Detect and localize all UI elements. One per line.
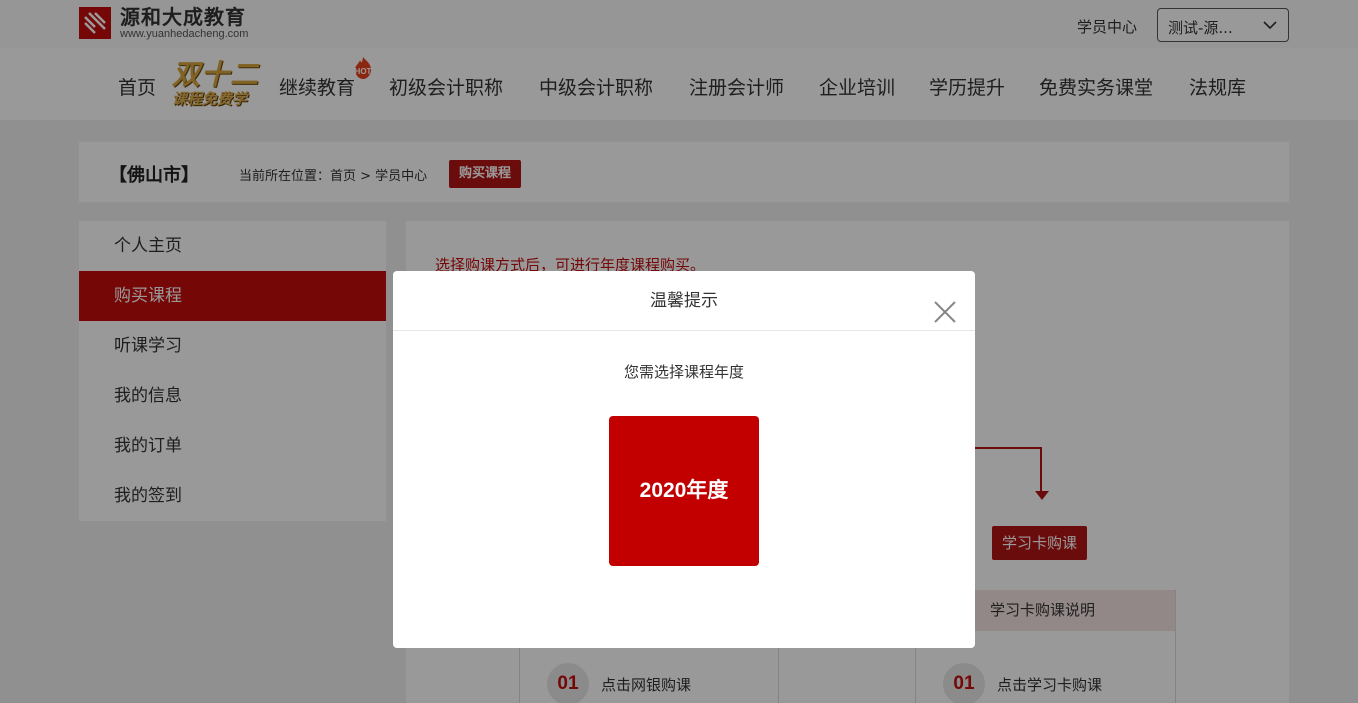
dialog-title: 温馨提示 — [650, 291, 718, 311]
dialog-header: 温馨提示 — [393, 271, 975, 331]
tip-dialog: 温馨提示 您需选择课程年度 2020年度 — [393, 271, 975, 648]
close-icon[interactable] — [933, 289, 957, 323]
dialog-message: 您需选择课程年度 — [623, 363, 744, 381]
year-2020-button[interactable]: 2020年度 — [609, 416, 759, 566]
